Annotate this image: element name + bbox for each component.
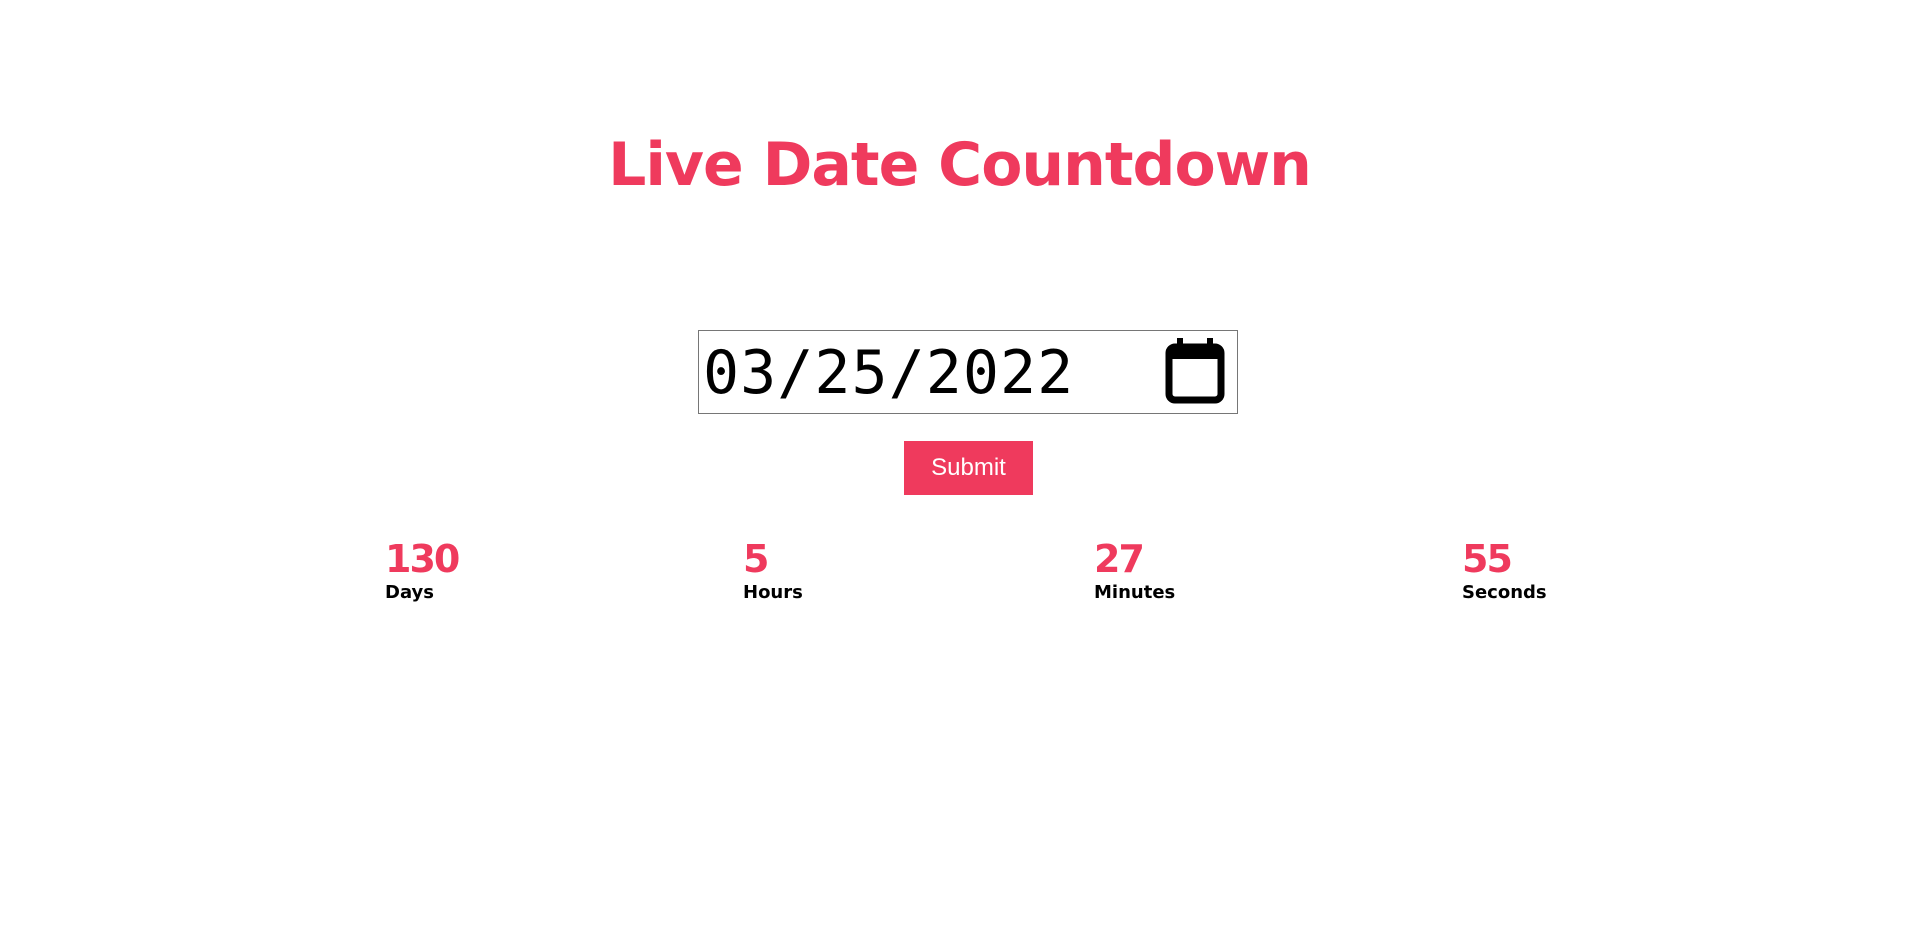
date-input[interactable]: 03/25/2022 [698, 330, 1238, 414]
days-value: 130 [385, 537, 460, 581]
seconds-label: Seconds [1462, 582, 1547, 603]
submit-button[interactable]: Submit [904, 441, 1033, 495]
countdown-days: 130 Days [385, 534, 460, 604]
hours-value: 5 [743, 537, 769, 581]
calendar-icon[interactable] [1165, 338, 1225, 404]
minutes-label: Minutes [1094, 582, 1176, 603]
minutes-value: 27 [1094, 537, 1145, 581]
countdown-hours: 5 Hours [743, 534, 803, 604]
days-label: Days [385, 582, 434, 603]
page-title: Live Date Countdown [608, 130, 1312, 200]
countdown-minutes: 27 Minutes [1094, 534, 1175, 604]
hours-label: Hours [743, 582, 803, 603]
countdown-seconds: 55 Seconds [1462, 534, 1547, 604]
seconds-value: 55 [1462, 537, 1513, 581]
date-value[interactable]: 03/25/2022 [703, 331, 1074, 413]
